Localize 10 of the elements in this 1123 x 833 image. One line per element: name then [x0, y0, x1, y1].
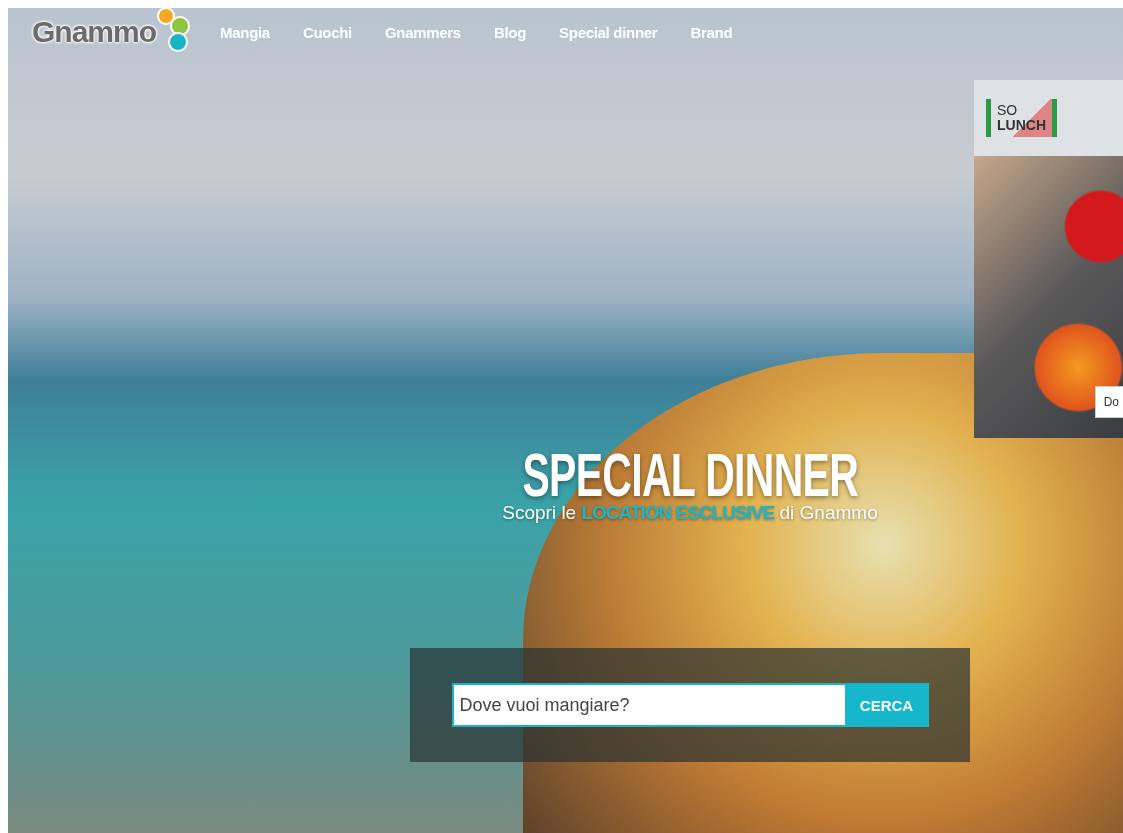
search-field[interactable]: Dove vuoi mangiare?	[451, 683, 845, 727]
nav-link[interactable]: Cuochi	[302, 23, 352, 41]
ad-button[interactable]: Do	[1094, 386, 1123, 418]
nav-link[interactable]: Special dinner	[559, 23, 658, 41]
nav-link[interactable]: Gnammers	[384, 23, 461, 41]
search-button[interactable]: CERCA	[844, 683, 929, 727]
ad-logo: SO LUNCH	[986, 99, 1057, 137]
nav-link[interactable]: Mangia	[220, 23, 270, 41]
nav-link[interactable]: Brand	[690, 23, 733, 41]
nav-link[interactable]: Blog	[493, 23, 527, 41]
